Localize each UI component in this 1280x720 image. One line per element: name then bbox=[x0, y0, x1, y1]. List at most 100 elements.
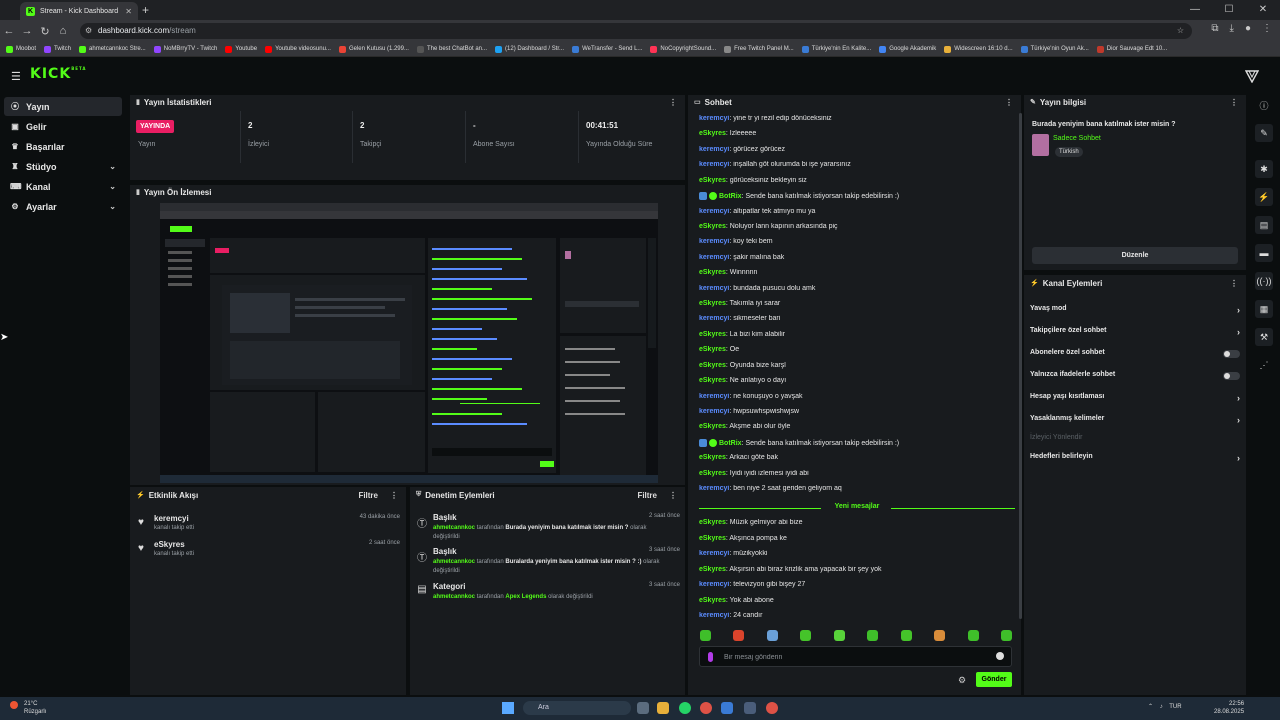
chat-username[interactable]: eSkyres bbox=[699, 331, 726, 338]
more-options-icon[interactable]: ⋮ bbox=[669, 491, 677, 500]
chat-username[interactable]: BotRix bbox=[719, 193, 742, 200]
bookmark-star-icon[interactable]: ☆ bbox=[1177, 23, 1184, 39]
emote-icon[interactable] bbox=[1000, 630, 1012, 641]
bookmark-item[interactable]: ahmetcannkoc Stre... bbox=[79, 45, 146, 53]
chat-message-input[interactable] bbox=[724, 650, 984, 664]
chat-username[interactable]: keremcyi bbox=[699, 238, 729, 245]
broadcast-icon[interactable]: ((·)) bbox=[1255, 272, 1273, 290]
sidebar-item-yayin[interactable]: ⦿ Yayın bbox=[4, 97, 122, 116]
menu-hamburger-icon[interactable]: ☰ bbox=[11, 70, 21, 83]
bookmark-item[interactable]: Free Twitch Panel M... bbox=[724, 45, 794, 53]
edit-button[interactable]: Düzenle bbox=[1032, 247, 1238, 264]
steam-icon[interactable] bbox=[744, 702, 756, 714]
menu-icon[interactable]: ⋮ bbox=[1262, 23, 1272, 34]
emoji-picker-icon[interactable] bbox=[996, 652, 1004, 660]
emote-icon[interactable] bbox=[733, 630, 745, 641]
emote-icon[interactable] bbox=[800, 630, 812, 641]
document-icon[interactable]: ▤ bbox=[1255, 216, 1273, 234]
back-icon[interactable]: ← bbox=[0, 25, 18, 37]
sidebar-item-basarilar[interactable]: ♛ Başarılar bbox=[4, 137, 122, 156]
bookmark-item[interactable]: Türkiye'nin En Kalite... bbox=[801, 45, 871, 53]
emote-icon[interactable] bbox=[900, 630, 912, 641]
chat-username[interactable]: eSkyres bbox=[699, 177, 726, 184]
channel-action-item[interactable]: Takipçilere özel sohbet › bbox=[1030, 327, 1242, 341]
taskbar-search[interactable]: Ara bbox=[523, 701, 631, 715]
reload-icon[interactable]: ↻ bbox=[36, 25, 54, 38]
more-options-icon[interactable]: ⋮ bbox=[1230, 279, 1238, 288]
bookmark-item[interactable]: Dior Sauvage Edt 10... bbox=[1096, 45, 1167, 53]
emote-icon[interactable] bbox=[967, 630, 979, 641]
more-options-icon[interactable]: ⋮ bbox=[1005, 98, 1013, 107]
chat-username[interactable]: eSkyres bbox=[699, 130, 726, 137]
emote-icon[interactable] bbox=[700, 630, 711, 641]
chat-username[interactable]: eSkyres bbox=[699, 470, 726, 477]
moderation-user[interactable]: ahmetcannkoc bbox=[433, 525, 475, 531]
bug-icon[interactable]: ✱ bbox=[1255, 160, 1273, 178]
moderation-user[interactable]: ahmetcannkoc bbox=[433, 559, 475, 565]
activity-user[interactable]: eSkyres bbox=[154, 540, 185, 549]
info-icon[interactable]: ⓘ bbox=[1255, 97, 1273, 115]
chat-username[interactable]: eSkyres bbox=[699, 346, 726, 353]
sidebar-item-kanal[interactable]: ⌨ Kanal ⌄ bbox=[4, 177, 122, 196]
new-tab-button[interactable]: + bbox=[142, 3, 149, 17]
emote-icon[interactable] bbox=[833, 630, 845, 641]
chat-username[interactable]: keremcyi bbox=[699, 485, 729, 492]
chat-username[interactable]: eSkyres bbox=[699, 535, 726, 542]
emote-icon[interactable] bbox=[766, 630, 778, 641]
chat-username[interactable]: eSkyres bbox=[699, 362, 726, 369]
weather-widget[interactable]: 21°C Rüzgarlı bbox=[10, 700, 46, 716]
channel-action-item[interactable]: Yavaş mod › bbox=[1030, 305, 1242, 319]
chat-username[interactable]: eSkyres bbox=[699, 454, 726, 461]
task-view-icon[interactable] bbox=[637, 702, 649, 714]
windows-start-icon[interactable] bbox=[502, 702, 514, 714]
close-window-icon[interactable]: ✕ bbox=[1246, 0, 1280, 20]
pencil-icon[interactable]: ✎ bbox=[1255, 124, 1273, 142]
chat-username[interactable]: keremcyi bbox=[699, 393, 729, 400]
sidebar-item-ayarlar[interactable]: ⚙ Ayarlar ⌄ bbox=[4, 197, 122, 216]
chat-username[interactable]: keremcyi bbox=[699, 315, 729, 322]
chat-scrollbar[interactable] bbox=[1019, 113, 1022, 619]
microphone-icon[interactable] bbox=[708, 652, 713, 662]
bookmark-item[interactable]: Gelen Kutusu (1.299... bbox=[338, 45, 409, 53]
chat-username[interactable]: eSkyres bbox=[699, 597, 726, 604]
more-options-icon[interactable]: ⋮ bbox=[1230, 98, 1238, 107]
chat-username[interactable]: eSkyres bbox=[699, 566, 726, 573]
bookmark-item[interactable]: WeTransfer - Send L... bbox=[572, 45, 642, 53]
bookmark-item[interactable]: NoCopyrightSound... bbox=[650, 45, 716, 53]
chat-username[interactable]: keremcyi bbox=[699, 612, 729, 619]
language-indicator[interactable]: TUR bbox=[1169, 704, 1181, 710]
activity-user[interactable]: keremcyi bbox=[154, 514, 189, 523]
bookmark-item[interactable]: The best ChatBot an... bbox=[416, 45, 487, 53]
more-options-icon[interactable]: ⋮ bbox=[669, 98, 677, 107]
chat-username[interactable]: keremcyi bbox=[699, 115, 729, 122]
chat-username[interactable]: keremcyi bbox=[699, 208, 729, 215]
bookmark-item[interactable]: Youtube bbox=[225, 45, 257, 53]
microphone-icon[interactable]: ♪ bbox=[1160, 704, 1163, 710]
browser-tab[interactable]: K Stream - Kick Dashboard ✕ bbox=[20, 2, 138, 20]
user-avatar-icon[interactable] bbox=[1245, 69, 1259, 83]
address-bar[interactable]: ⚙ dashboard.kick.com/stream ☆ bbox=[80, 23, 1192, 39]
chrome-active-icon[interactable] bbox=[766, 702, 778, 714]
stream-preview-video[interactable] bbox=[160, 203, 658, 483]
bookmark-item[interactable]: NoMBrryTV - Twitch bbox=[153, 45, 217, 53]
chevron-up-icon[interactable]: ⌃ bbox=[1148, 704, 1153, 710]
maximize-icon[interactable]: ☐ bbox=[1212, 0, 1246, 20]
whatsapp-icon[interactable] bbox=[679, 702, 691, 714]
chat-username[interactable]: eSkyres bbox=[699, 300, 726, 307]
bookmark-item[interactable]: Youtube videosunu... bbox=[265, 45, 331, 53]
chat-username[interactable]: BotRix bbox=[719, 440, 742, 447]
download-icon[interactable]: ⤓ bbox=[1230, 23, 1234, 34]
more-options-icon[interactable]: ⋮ bbox=[390, 491, 398, 500]
stream-category[interactable]: Sadece Sohbet bbox=[1053, 135, 1101, 142]
bookmark-item[interactable]: Twitch bbox=[44, 45, 71, 53]
channel-action-item[interactable]: Yalnızca ifadelerle sohbet bbox=[1030, 371, 1242, 385]
toggle-switch[interactable] bbox=[1223, 372, 1240, 380]
chat-settings-icon[interactable]: ⚙ bbox=[958, 675, 966, 686]
chat-username[interactable]: keremcyi bbox=[699, 285, 729, 292]
filter-button[interactable]: Filtre bbox=[358, 491, 378, 500]
chat-username[interactable]: keremcyi bbox=[699, 146, 729, 153]
channel-action-item[interactable]: Hedefleri belirleyin › bbox=[1030, 453, 1242, 467]
chat-username[interactable]: eSkyres bbox=[699, 223, 726, 230]
app-icon[interactable] bbox=[721, 702, 733, 714]
share-icon[interactable]: ⋰ bbox=[1255, 356, 1273, 374]
